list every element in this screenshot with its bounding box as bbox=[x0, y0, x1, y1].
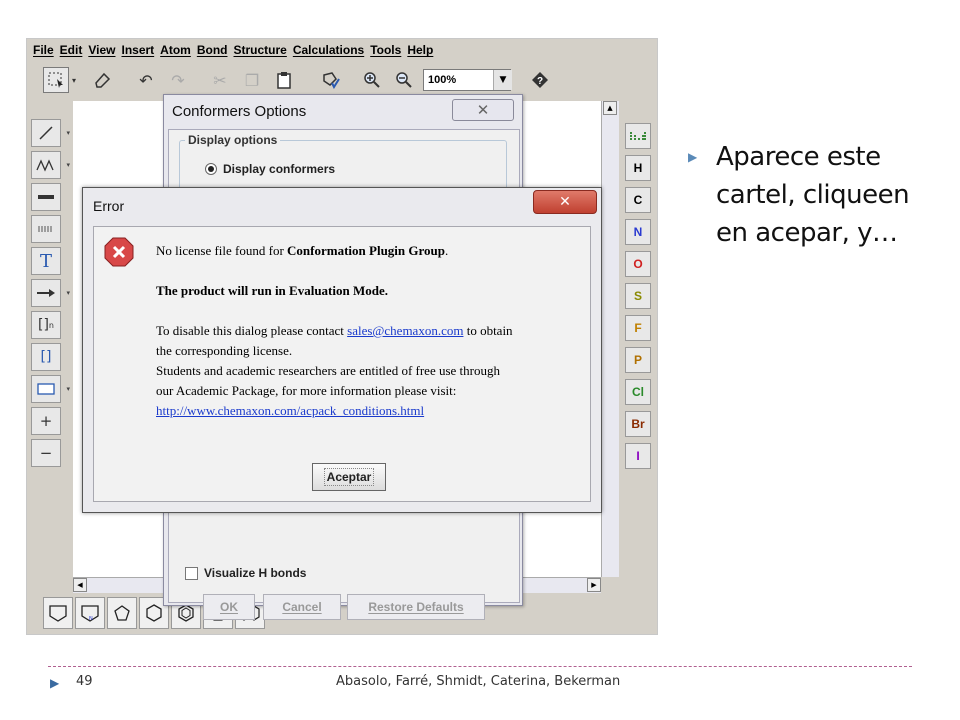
accept-button-label: Aceptar bbox=[323, 468, 375, 486]
reaction-arrow-icon[interactable]: ▾ bbox=[31, 279, 70, 307]
chain-icon[interactable]: ▾ bbox=[31, 151, 70, 179]
element-f-button[interactable]: F bbox=[625, 315, 651, 341]
menu-insert[interactable]: Insert bbox=[121, 43, 154, 57]
text-tool-icon[interactable]: T bbox=[31, 247, 61, 275]
element-o-button[interactable]: O bbox=[625, 251, 651, 277]
error-dialog-title: Error bbox=[93, 198, 125, 214]
menu-edit[interactable]: Edit bbox=[60, 43, 83, 57]
element-s-button[interactable]: S bbox=[625, 283, 651, 309]
element-cl-button[interactable]: Cl bbox=[625, 379, 651, 405]
scroll-left-icon[interactable]: ◀ bbox=[73, 578, 87, 592]
menu-bar: File Edit View Insert Atom Bond Structur… bbox=[27, 39, 657, 61]
error-dialog-body: No license file found for Conformation P… bbox=[93, 226, 591, 502]
pyrrole-template-icon[interactable]: N bbox=[75, 597, 105, 629]
license-message-line: No license file found for Conformation P… bbox=[156, 243, 449, 258]
restore-defaults-button[interactable]: Restore Defaults bbox=[347, 594, 485, 620]
element-p-button[interactable]: P bbox=[625, 347, 651, 373]
periodic-table-icon[interactable] bbox=[625, 123, 651, 149]
acpack-link-line: http://www.chemaxon.com/acpack_condition… bbox=[156, 403, 424, 419]
bracket-tool-label: [] bbox=[37, 317, 49, 333]
group-label: Display options bbox=[185, 133, 281, 147]
zoom-out-icon[interactable] bbox=[391, 67, 417, 93]
menu-atom[interactable]: Atom bbox=[160, 43, 191, 57]
footer-divider bbox=[48, 666, 912, 667]
license-line: the corresponding license. bbox=[156, 343, 293, 358]
wedge-bond-icon[interactable] bbox=[31, 183, 61, 211]
menu-view[interactable]: View bbox=[88, 43, 115, 57]
cancel-button[interactable]: Cancel bbox=[263, 594, 341, 620]
plus-charge-icon[interactable]: + bbox=[31, 407, 61, 435]
group-bracket-icon[interactable]: [] bbox=[31, 343, 61, 371]
vertical-scrollbar[interactable]: ▲ bbox=[601, 101, 619, 577]
menu-file[interactable]: File bbox=[33, 43, 54, 57]
accept-button[interactable]: Aceptar bbox=[312, 463, 386, 491]
close-icon[interactable]: ✕ bbox=[533, 190, 597, 214]
menu-bond[interactable]: Bond bbox=[197, 43, 228, 57]
copy-icon: ❐ bbox=[244, 70, 260, 90]
acpack-link[interactable]: http://www.chemaxon.com/acpack_condition… bbox=[156, 403, 424, 418]
zoom-dropdown-icon[interactable]: ▼ bbox=[493, 70, 512, 90]
svg-text:?: ? bbox=[537, 76, 543, 87]
cut-icon: ✂ bbox=[213, 70, 227, 90]
checkbox-label: Visualize H bonds bbox=[204, 566, 307, 580]
marvin-sketch-window: File Edit View Insert Atom Bond Structur… bbox=[26, 38, 658, 635]
paste-icon[interactable] bbox=[271, 67, 297, 93]
ok-button[interactable]: OK bbox=[203, 594, 255, 620]
checkbox-icon bbox=[185, 566, 198, 580]
page-number: 49 bbox=[76, 674, 93, 689]
element-toolbar: H C N O S F P Cl Br I bbox=[621, 101, 657, 521]
radio-label: Display conformers bbox=[223, 162, 336, 176]
element-n-button[interactable]: N bbox=[625, 219, 651, 245]
element-h-button[interactable]: H bbox=[625, 155, 651, 181]
bracket-tool-icon[interactable]: [] n bbox=[31, 311, 61, 339]
visualize-h-bonds-checkbox[interactable]: Visualize H bonds bbox=[185, 566, 306, 580]
select-tool-icon[interactable] bbox=[43, 67, 69, 93]
eraser-icon[interactable] bbox=[89, 67, 115, 93]
undo-icon[interactable]: ↶ bbox=[133, 67, 159, 93]
cyclopentane-template-icon[interactable] bbox=[107, 597, 137, 629]
minus-charge-icon[interactable]: − bbox=[31, 439, 61, 467]
left-toolbar: ▾ ▾ T ▾ [] n [] ▾ + − bbox=[27, 101, 73, 601]
menu-structure[interactable]: Structure bbox=[234, 43, 287, 57]
single-bond-icon[interactable]: ▾ bbox=[31, 119, 70, 147]
footer-arrow-icon: ▶ bbox=[50, 676, 60, 690]
contact-line: To disable this dialog please contact sa… bbox=[156, 323, 513, 338]
select-dropdown-icon[interactable]: ▾ bbox=[69, 67, 79, 93]
menu-help[interactable]: Help bbox=[407, 43, 433, 57]
help-icon[interactable]: ? bbox=[527, 67, 553, 93]
hashed-bond-icon[interactable] bbox=[31, 215, 61, 243]
pentagon-template-icon[interactable] bbox=[43, 597, 73, 629]
radio-icon bbox=[205, 163, 217, 175]
redo-icon: ↷ bbox=[171, 70, 185, 90]
sales-email-link[interactable]: sales@chemaxon.com bbox=[347, 323, 463, 338]
element-br-button[interactable]: Br bbox=[625, 411, 651, 437]
main-toolbar: ▾ ↶ ↷ ✂ ❐ 100% ▼ ? bbox=[27, 63, 657, 97]
error-icon bbox=[104, 237, 134, 267]
package-line: our Academic Package, for more informati… bbox=[156, 383, 457, 398]
rectangle-icon[interactable]: ▾ bbox=[31, 375, 70, 403]
bullet-arrow-icon: ▶ bbox=[688, 150, 698, 164]
display-conformers-radio[interactable]: Display conformers bbox=[205, 162, 335, 176]
scroll-right-icon[interactable]: ▶ bbox=[587, 578, 601, 592]
error-dialog: Error ✕ No license file found for Confor… bbox=[82, 187, 602, 513]
menu-tools[interactable]: Tools bbox=[370, 43, 401, 57]
academic-line: Students and academic researchers are en… bbox=[156, 363, 500, 378]
dialog-title: Conformers Options bbox=[172, 103, 307, 120]
clean-structure-icon[interactable] bbox=[317, 67, 343, 93]
element-i-button[interactable]: I bbox=[625, 443, 651, 469]
slide-note: Aparece este cartel, cliqueen en acepar,… bbox=[716, 142, 910, 248]
evaluation-mode-line: The product will run in Evaluation Mode. bbox=[156, 283, 388, 298]
zoom-in-icon[interactable] bbox=[359, 67, 385, 93]
scroll-up-icon[interactable]: ▲ bbox=[603, 101, 617, 115]
element-c-button[interactable]: C bbox=[625, 187, 651, 213]
menu-calculations[interactable]: Calculations bbox=[293, 43, 364, 57]
svg-text:N: N bbox=[89, 616, 93, 622]
footer-authors: Abasolo, Farré, Shmidt, Caterina, Bekerm… bbox=[336, 674, 621, 689]
close-icon[interactable]: ✕ bbox=[452, 99, 514, 121]
